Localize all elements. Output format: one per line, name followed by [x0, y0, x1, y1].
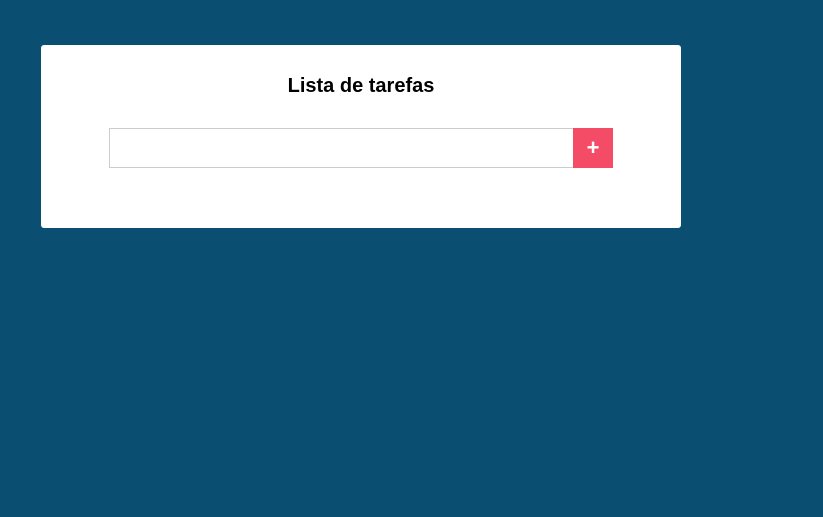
add-task-form: + — [109, 128, 613, 168]
todo-card: Lista de tarefas + — [41, 45, 681, 228]
add-task-button[interactable]: + — [573, 128, 613, 168]
plus-icon: + — [586, 135, 600, 160]
task-input[interactable] — [109, 128, 573, 168]
page-title: Lista de tarefas — [287, 75, 435, 97]
